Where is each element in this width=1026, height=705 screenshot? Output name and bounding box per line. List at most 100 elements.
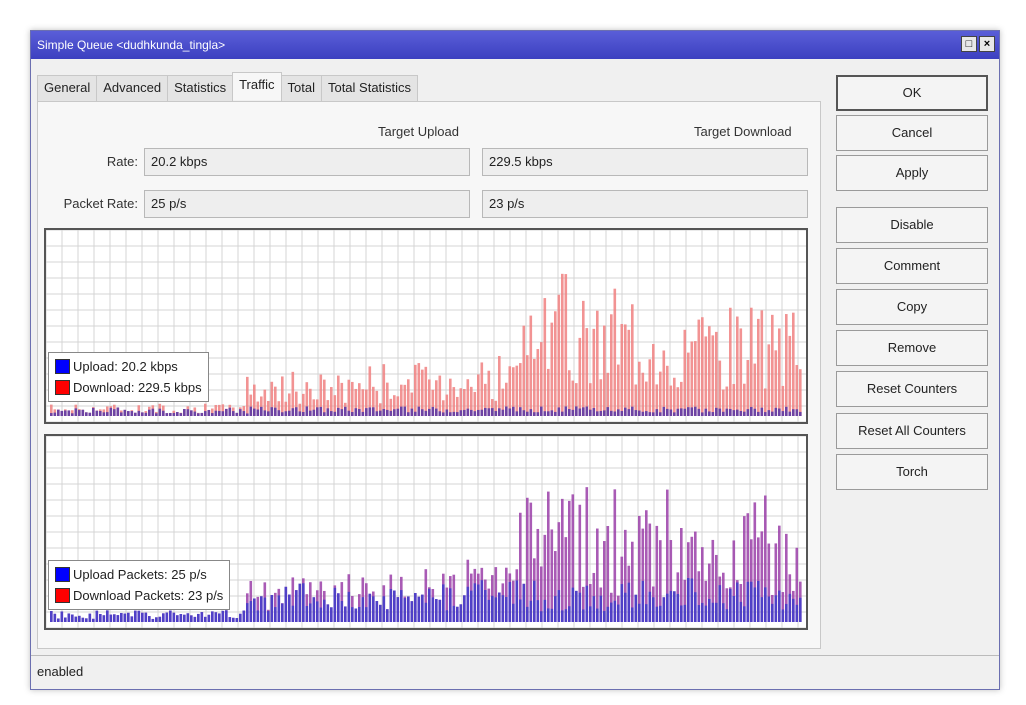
graph-bar xyxy=(645,411,648,416)
status-text: enabled xyxy=(37,664,84,679)
graph-bar xyxy=(480,362,484,416)
graph-bar xyxy=(323,599,326,622)
graph-bar xyxy=(410,601,414,622)
legend-upload: Upload: 20.2 kbps xyxy=(73,359,178,374)
graph-bar xyxy=(592,328,596,416)
torch-button[interactable]: Torch xyxy=(836,454,988,490)
graph-bar xyxy=(442,584,445,622)
reset-all-counters-button[interactable]: Reset All Counters xyxy=(836,413,988,449)
graph-bar xyxy=(347,410,351,416)
graph-bar xyxy=(99,411,102,416)
graph-bar xyxy=(298,583,302,622)
graph-bar xyxy=(666,593,669,622)
graph-bar xyxy=(694,406,697,416)
graph-bar xyxy=(764,587,767,622)
graph-bar xyxy=(421,594,424,622)
graph-bar xyxy=(382,408,386,416)
graph-bar xyxy=(599,410,603,416)
disable-button[interactable]: Disable xyxy=(836,207,988,243)
graph-bar xyxy=(204,616,207,622)
graph-bar xyxy=(372,596,375,622)
graph-bar xyxy=(459,410,463,416)
graph-bar xyxy=(169,412,172,416)
graph-bar xyxy=(554,596,557,622)
tab-advanced[interactable]: Advanced xyxy=(96,75,169,103)
graph-bar xyxy=(193,411,197,416)
graph-bar xyxy=(351,607,354,622)
tab-traffic[interactable]: Traffic xyxy=(232,72,282,100)
graph-bar xyxy=(683,408,687,416)
graph-bar xyxy=(547,368,550,416)
graph-bar xyxy=(400,590,403,622)
remove-button[interactable]: Remove xyxy=(836,330,988,366)
graph-bar xyxy=(214,410,218,416)
graph-bar xyxy=(799,597,802,622)
graph-bar xyxy=(781,411,785,416)
tab-total[interactable]: Total xyxy=(280,75,322,103)
graph-bar xyxy=(158,408,162,416)
tab-total-statistics[interactable]: Total Statistics xyxy=(320,75,419,103)
graph-bar xyxy=(295,590,298,622)
graph-bar xyxy=(263,597,267,622)
tab-statistics[interactable]: Statistics xyxy=(167,75,234,103)
copy-button[interactable]: Copy xyxy=(836,289,988,325)
graph-bar xyxy=(708,326,711,416)
graph-bar xyxy=(543,599,547,622)
ok-button[interactable]: OK xyxy=(836,75,988,111)
maximize-icon[interactable]: □ xyxy=(961,36,977,52)
graph-bar xyxy=(753,587,757,622)
graph-bar xyxy=(274,607,277,622)
graph-bar xyxy=(687,578,690,622)
graph-bar xyxy=(771,314,774,416)
graph-bar xyxy=(207,409,211,416)
graph-bar xyxy=(760,310,764,416)
graph-bar xyxy=(795,409,799,416)
graph-bar xyxy=(687,407,690,416)
graph-bar xyxy=(599,379,603,416)
title-bar[interactable]: Simple Queue <dudhkunda_tingla> □ × xyxy=(31,31,999,59)
graph-bar xyxy=(242,610,246,622)
graph-bar xyxy=(522,325,526,416)
graph-bar xyxy=(326,604,330,622)
graph-bar xyxy=(256,610,260,622)
graph-bar xyxy=(582,300,585,416)
graph-bar xyxy=(638,361,641,416)
graph-bar xyxy=(498,355,501,416)
graph-bar xyxy=(575,590,578,622)
apply-button[interactable]: Apply xyxy=(836,155,988,191)
graph-bar xyxy=(704,605,708,622)
comment-button[interactable]: Comment xyxy=(836,248,988,284)
graph-bar xyxy=(774,407,778,416)
close-icon[interactable]: × xyxy=(979,36,995,52)
graph-bar xyxy=(183,614,186,622)
graph-bar xyxy=(253,598,256,622)
graph-bar xyxy=(603,611,606,622)
graph-bar xyxy=(575,406,578,416)
graph-bar xyxy=(715,407,718,416)
graph-bar xyxy=(519,599,522,622)
cancel-button[interactable]: Cancel xyxy=(836,115,988,151)
graph-bar xyxy=(414,364,417,416)
graph-bar xyxy=(204,411,207,416)
graph-bar xyxy=(351,381,354,416)
graph-bar xyxy=(596,310,599,416)
graph-bar xyxy=(463,595,466,622)
graph-bar xyxy=(690,407,694,416)
graph-bar xyxy=(743,606,746,622)
graph-bar xyxy=(365,408,368,416)
graph-bar xyxy=(99,614,102,622)
graph-bar xyxy=(158,616,162,622)
graph-bar xyxy=(522,410,526,416)
graph-bar xyxy=(676,593,680,622)
graph-bar xyxy=(354,608,358,622)
graph-bar xyxy=(263,410,267,416)
graph-bar xyxy=(64,410,67,416)
reset-counters-button[interactable]: Reset Counters xyxy=(836,371,988,407)
graph-bar xyxy=(291,408,295,416)
graph-bar xyxy=(771,411,774,416)
graph-bar xyxy=(680,408,683,416)
graph-bar xyxy=(610,314,613,416)
tab-general[interactable]: General xyxy=(37,75,98,103)
graph-bar xyxy=(753,408,757,416)
graph-bar xyxy=(491,408,494,416)
